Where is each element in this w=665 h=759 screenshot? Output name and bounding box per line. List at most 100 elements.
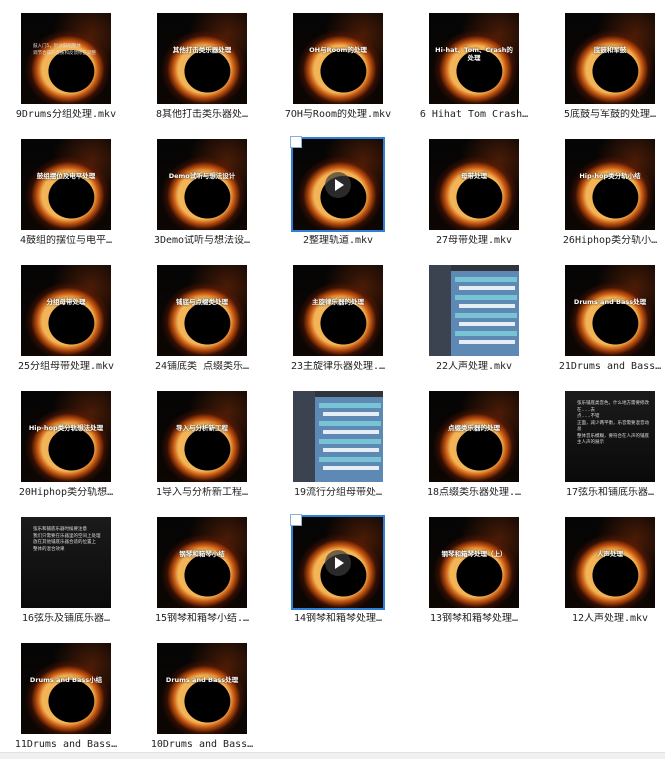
- daw-track: [455, 313, 517, 318]
- thumbnail-text: 鼓入门5，针对鼓组整体 调节合成的音质和反馈修正调整: [33, 44, 105, 57]
- video-thumbnail[interactable]: 分组母带处理: [21, 265, 111, 356]
- eclipse-artwork: [429, 391, 519, 482]
- video-thumbnail[interactable]: 底鼓和军鼓: [565, 13, 655, 104]
- video-thumbnail[interactable]: OH与Room的处理: [293, 13, 383, 104]
- daw-track: [459, 286, 515, 290]
- selection-checkbox[interactable]: [290, 136, 302, 148]
- file-item[interactable]: 鼓入门5，针对鼓组整体 调节合成的音质和反馈修正调整 9Drums分组处理.mkv: [0, 3, 132, 123]
- video-thumbnail[interactable]: 导入与分析新工程: [157, 391, 247, 482]
- video-thumbnail[interactable]: 铺底与点缀类处理: [157, 265, 247, 356]
- file-name: 3Demo试听与想法设…: [153, 235, 251, 246]
- daw-track: [459, 340, 515, 344]
- video-thumbnail[interactable]: 钢琴和箱琴小结: [157, 517, 247, 608]
- video-thumbnail[interactable]: [291, 515, 385, 610]
- video-thumbnail[interactable]: Demo试听与想法设计: [157, 139, 247, 230]
- file-item[interactable]: Hip-hop类分轨想法处理 20Hiphop类分轨想…: [0, 381, 132, 501]
- file-item[interactable]: 19流行分组母带处…: [272, 381, 404, 501]
- eclipse-artwork: [157, 265, 247, 356]
- file-item[interactable]: 弦乐和铺底乐器时候要注意 我们只需要在乐器里的空间上处理 放在其他铺底乐器合适的位置…: [0, 507, 132, 627]
- eclipse-artwork: [21, 265, 111, 356]
- play-icon[interactable]: [325, 172, 351, 198]
- video-thumbnail[interactable]: 点缀类乐器的处理: [429, 391, 519, 482]
- file-name: 11Drums and Bass…: [14, 739, 118, 750]
- video-thumbnail[interactable]: [291, 137, 385, 232]
- thumbnail-text: 弦乐和铺底乐器时候要注意 我们只需要在乐器里的空间上处理 放在其他铺底乐器合适的位置…: [33, 527, 105, 553]
- file-item[interactable]: Hip-hop类分轨小结 26Hiphop类分轨小…: [544, 129, 665, 249]
- file-item[interactable]: 弦乐铺底类音色，什么地方需要修改 在……去 点……不错 正面，减少两平衡，乐音需要混音…: [544, 381, 665, 501]
- file-item[interactable]: 铺底与点缀类处理 24铺底类 点缀类乐…: [136, 255, 268, 375]
- eclipse-artwork: [21, 391, 111, 482]
- file-item[interactable]: Demo试听与想法设计 3Demo试听与想法设…: [136, 129, 268, 249]
- video-thumbnail[interactable]: [429, 265, 519, 356]
- daw-track: [459, 304, 515, 308]
- video-thumbnail[interactable]: 鼓组摆位及电平处理: [21, 139, 111, 230]
- file-item[interactable]: 人声处理 12人声处理.mkv: [544, 507, 665, 627]
- video-thumbnail[interactable]: 钢琴和箱琴处理（上）: [429, 517, 519, 608]
- video-thumbnail[interactable]: Drums and Bass小结: [21, 643, 111, 734]
- file-item[interactable]: 钢琴和箱琴小结 15钢琴和箱琴小结.…: [136, 507, 268, 627]
- file-name: 10Drums and Bass…: [150, 739, 254, 750]
- thumbnail-title: 钢琴和箱琴处理（上）: [441, 550, 507, 558]
- daw-track: [455, 331, 517, 336]
- eclipse-artwork: [429, 517, 519, 608]
- file-item[interactable]: 导入与分析新工程 1导入与分析新工程…: [136, 381, 268, 501]
- video-thumbnail[interactable]: 弦乐和铺底乐器时候要注意 我们只需要在乐器里的空间上处理 放在其他铺底乐器合适的位置…: [21, 517, 111, 608]
- file-name: 20Hiphop类分轨想…: [18, 487, 114, 498]
- file-item[interactable]: 钢琴和箱琴处理（上） 13钢琴和箱琴处理…: [408, 507, 540, 627]
- video-thumbnail[interactable]: 人声处理: [565, 517, 655, 608]
- thumbnail-title: 鼓组摆位及电平处理: [36, 172, 96, 180]
- eclipse-artwork: [429, 139, 519, 230]
- video-thumbnail[interactable]: Drums and Bass处理: [157, 643, 247, 734]
- file-item[interactable]: 点缀类乐器的处理 18点缀类乐器处理.…: [408, 381, 540, 501]
- file-item[interactable]: Drums and Bass处理 21Drums and Bass…: [544, 255, 665, 375]
- daw-toolbar: [315, 391, 383, 397]
- file-item[interactable]: 母带处理 27母带处理.mkv: [408, 129, 540, 249]
- file-name: 5底鼓与军鼓的处理…: [563, 109, 657, 120]
- thumbnail-text-line: 整体的混合效果: [33, 546, 65, 552]
- daw-track: [319, 421, 381, 426]
- play-icon[interactable]: [325, 550, 351, 576]
- eclipse-artwork: [21, 13, 111, 104]
- daw-sidebar: [429, 265, 451, 356]
- thumbnail-text-line: 弦乐铺底类音色，什么地方需要修改: [577, 401, 649, 406]
- file-item[interactable]: 主旋律乐器的处理 23主旋律乐器处理.…: [272, 255, 404, 375]
- file-item[interactable]: 分组母带处理 25分组母带处理.mkv: [0, 255, 132, 375]
- video-thumbnail[interactable]: 主旋律乐器的处理: [293, 265, 383, 356]
- daw-track: [323, 448, 379, 452]
- file-item[interactable]: 其他打击类乐器处理 8其他打击类乐器处…: [136, 3, 268, 123]
- file-name: 15钢琴和箱琴小结.…: [154, 613, 250, 624]
- file-item[interactable]: 14钢琴和箱琴处理…: [272, 507, 404, 627]
- file-item[interactable]: 2整理轨道.mkv: [272, 129, 404, 249]
- file-name: 19流行分组母带处…: [293, 487, 383, 498]
- file-name: 13钢琴和箱琴处理…: [429, 613, 519, 624]
- eclipse-artwork: [157, 139, 247, 230]
- daw-track: [459, 322, 515, 326]
- file-item[interactable]: OH与Room的处理 7OH与Room的处理.mkv: [272, 3, 404, 123]
- file-item[interactable]: 底鼓和军鼓 5底鼓与军鼓的处理…: [544, 3, 665, 123]
- video-thumbnail[interactable]: 其他打击类乐器处理: [157, 13, 247, 104]
- video-thumbnail[interactable]: Hip-hop类分轨小结: [565, 139, 655, 230]
- eclipse-artwork: [21, 643, 111, 734]
- file-item[interactable]: 22人声处理.mkv: [408, 255, 540, 375]
- thumbnail-title: 点缀类乐器的处理: [448, 424, 500, 432]
- video-thumbnail[interactable]: 母带处理: [429, 139, 519, 230]
- video-thumbnail[interactable]: 鼓入门5，针对鼓组整体 调节合成的音质和反馈修正调整: [21, 13, 111, 104]
- video-thumbnail[interactable]: Hi-hat、Tom、Crash的处理: [429, 13, 519, 104]
- video-thumbnail[interactable]: [293, 391, 383, 482]
- file-name: 22人声处理.mkv: [435, 361, 513, 372]
- file-grid: 鼓入门5，针对鼓组整体 调节合成的音质和反馈修正调整 9Drums分组处理.mkv 其…: [0, 0, 665, 758]
- eclipse-artwork: [293, 13, 383, 104]
- daw-toolbar: [451, 265, 519, 271]
- eclipse-artwork: [157, 391, 247, 482]
- file-item[interactable]: Hi-hat、Tom、Crash的处理 6 Hihat Tom Crash…: [408, 3, 540, 123]
- file-name: 23主旋律乐器处理.…: [290, 361, 386, 372]
- selection-checkbox[interactable]: [290, 514, 302, 526]
- thumbnail-text-line: 正面，减少两平衡，乐音需要混音动总: [577, 420, 649, 433]
- video-thumbnail[interactable]: 弦乐铺底类音色，什么地方需要修改 在……去 点……不错 正面，减少两平衡，乐音需要混音…: [565, 391, 655, 482]
- video-thumbnail[interactable]: Hip-hop类分轨想法处理: [21, 391, 111, 482]
- file-item[interactable]: Drums and Bass小结 11Drums and Bass…: [0, 633, 132, 753]
- video-thumbnail[interactable]: Drums and Bass处理: [565, 265, 655, 356]
- file-item[interactable]: 鼓组摆位及电平处理 4鼓组的摆位与电平…: [0, 129, 132, 249]
- file-item[interactable]: Drums and Bass处理 10Drums and Bass…: [136, 633, 268, 753]
- thumbnail-title: 底鼓和军鼓: [593, 46, 627, 54]
